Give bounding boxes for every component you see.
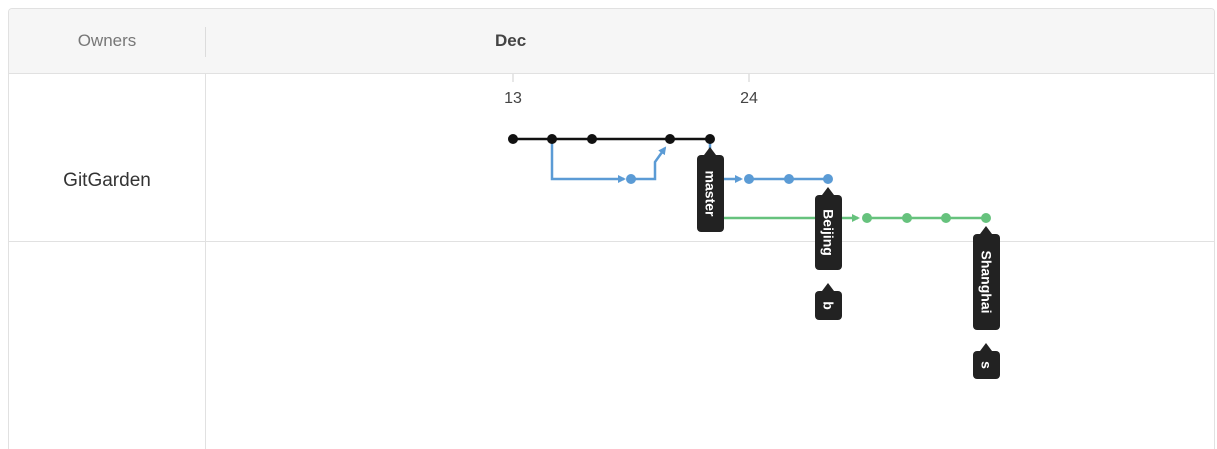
beijing-merge-path [631,146,667,181]
tag-b[interactable]: b [815,283,842,320]
commit-dot[interactable] [981,213,991,223]
commit-dot[interactable] [744,174,754,184]
commit-dot[interactable] [508,134,518,144]
commit-dot[interactable] [902,213,912,223]
branch-tag-master-label: master [703,171,719,217]
branch-tag-shanghai-label: Shanghai [979,250,995,313]
tag-b-label: b [821,301,837,310]
commit-dot[interactable] [665,134,675,144]
branch-tag-master[interactable]: master [697,147,724,232]
commit-graph[interactable]: 13 24 master Beijing b Shanghai s [0,0,1217,443]
commit-dot[interactable] [547,134,557,144]
date-tick-13: 13 [504,90,522,107]
beijing-fork-path [550,139,626,183]
branch-tag-beijing-label: Beijing [821,209,837,256]
commit-dot[interactable] [705,134,715,144]
commit-dot[interactable] [626,174,636,184]
commit-dot[interactable] [784,174,794,184]
commit-dot[interactable] [941,213,951,223]
branch-tag-beijing[interactable]: Beijing [815,187,842,270]
date-tick-24: 24 [740,90,758,107]
tag-s[interactable]: s [973,343,1000,379]
tag-s-label: s [979,361,995,369]
branch-tag-shanghai[interactable]: Shanghai [973,226,1000,330]
commit-dot[interactable] [823,174,833,184]
commit-dot[interactable] [862,213,872,223]
commit-dot[interactable] [587,134,597,144]
